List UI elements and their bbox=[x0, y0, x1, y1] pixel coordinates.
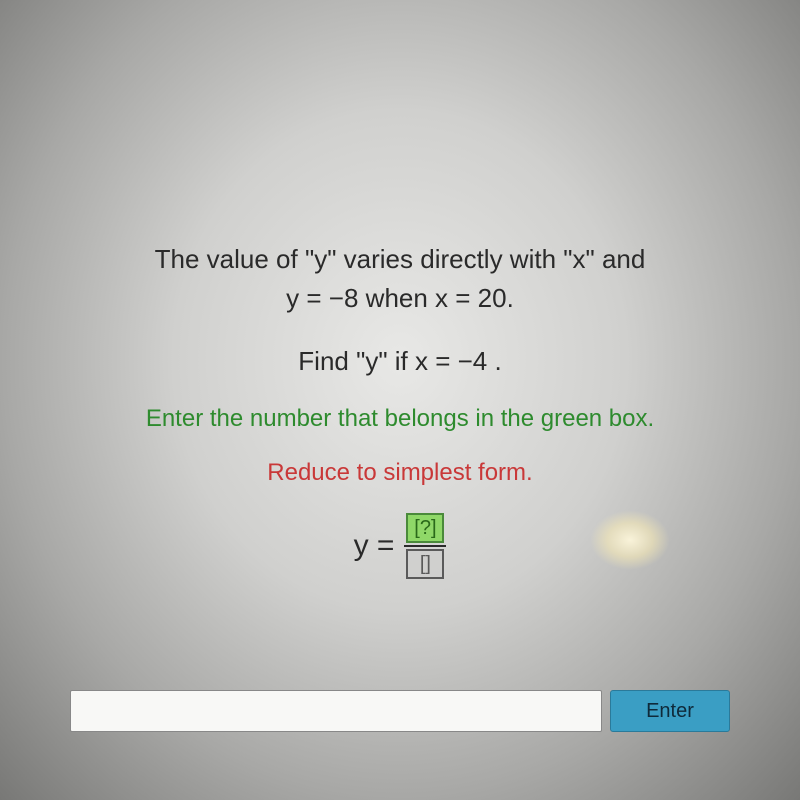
enter-button[interactable]: Enter bbox=[610, 690, 730, 732]
denominator-input-box[interactable]: [ ] bbox=[406, 549, 444, 579]
problem-content: The value of "y" varies directly with "x… bbox=[0, 240, 800, 579]
fraction: [?] [ ] bbox=[404, 513, 446, 579]
red-instruction: Reduce to simplest form. bbox=[0, 459, 800, 487]
green-instruction: Enter the number that belongs in the gre… bbox=[0, 405, 800, 433]
numerator-placeholder: ? bbox=[420, 517, 431, 540]
equation-left-side: y = bbox=[354, 529, 395, 563]
problem-statement: The value of "y" varies directly with "x… bbox=[0, 240, 800, 318]
fraction-bar bbox=[404, 545, 446, 547]
problem-line-1: The value of "y" varies directly with "x… bbox=[0, 240, 800, 279]
find-instruction: Find "y" if x = −4 . bbox=[0, 346, 800, 377]
answer-row: Enter bbox=[70, 690, 730, 732]
equation-display: y = [?] [ ] bbox=[0, 513, 800, 579]
numerator-input-box[interactable]: [?] bbox=[406, 513, 444, 543]
problem-line-2: y = −8 when x = 20. bbox=[0, 279, 800, 318]
answer-input[interactable] bbox=[70, 690, 602, 732]
